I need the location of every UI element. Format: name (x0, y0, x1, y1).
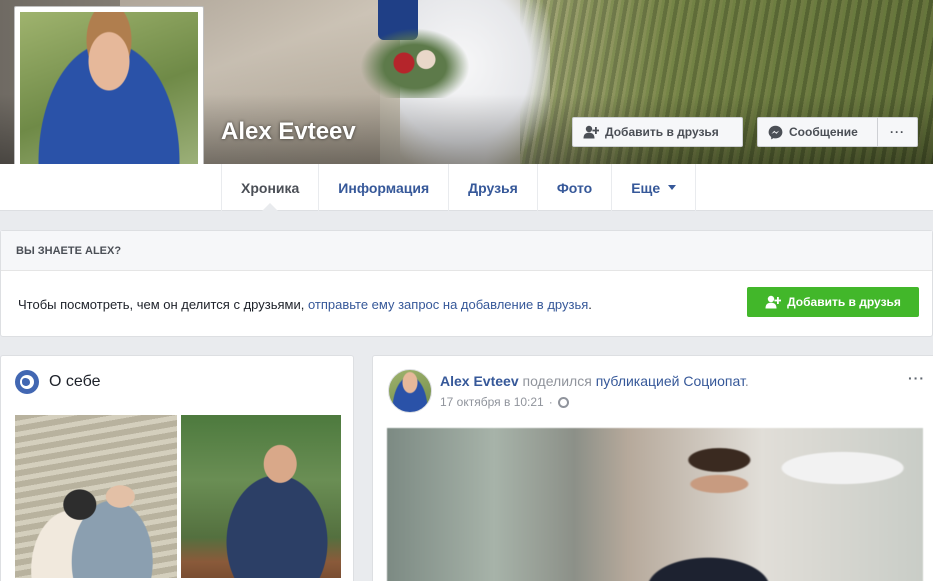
post-timestamp[interactable]: 17 октября в 10:21 (440, 395, 544, 409)
post-header-line: Alex Evteev поделился публикацией Социоп… (440, 373, 749, 389)
message-label: Сообщение (789, 125, 858, 139)
tab-friends[interactable]: Друзья (448, 164, 537, 211)
do-you-know-body: Чтобы посмотреть, чем он делится с друзь… (1, 271, 932, 337)
tab-label: Хроника (241, 179, 300, 196)
post-object-suffix: . (744, 373, 749, 389)
do-you-know-period: . (588, 296, 592, 312)
globe-icon (15, 370, 39, 394)
tab-label: Друзья (468, 179, 518, 196)
message-button[interactable]: Сообщение (757, 117, 879, 147)
about-card: О себе (0, 355, 354, 581)
profile-name[interactable]: Alex Evteev (221, 118, 356, 146)
middle-dot: · (548, 395, 553, 409)
tab-timeline[interactable]: Хроника (221, 164, 318, 212)
post-object-link[interactable]: публикацией Социопат (596, 373, 745, 389)
add-friend-green-label: Добавить в друзья (787, 295, 901, 309)
do-you-know-text: Чтобы посмотреть, чем он делится с друзь… (18, 296, 305, 312)
add-friend-label: Добавить в друзья (605, 125, 719, 139)
profile-picture-image (20, 12, 198, 188)
post-action: поделился (522, 373, 592, 389)
post-author-name[interactable]: Alex Evteev (440, 373, 519, 389)
send-request-link[interactable]: отправьте ему запрос на добавление в дру… (308, 297, 588, 312)
add-friend-green-button[interactable]: Добавить в друзья (747, 287, 919, 317)
tab-label: Фото (556, 179, 593, 196)
post-image[interactable] (387, 428, 923, 581)
about-title: О себе (15, 370, 101, 394)
profile-tabs: Хроника Информация Друзья Фото Еще (221, 164, 697, 212)
tab-label: Информация (338, 179, 430, 196)
more-options-button[interactable]: ··· (877, 117, 918, 147)
post-card: Alex Evteev поделился публикацией Социоп… (372, 355, 933, 581)
tab-about[interactable]: Информация (318, 164, 448, 211)
person-plus-icon (765, 295, 782, 309)
public-globe-icon[interactable] (557, 396, 569, 408)
cover-bouquet (360, 28, 470, 98)
tab-more[interactable]: Еще (611, 164, 697, 211)
post-options-button[interactable]: ··· (908, 370, 925, 386)
add-friend-button[interactable]: Добавить в друзья (572, 117, 743, 147)
tab-label: Еще (631, 179, 661, 196)
do-you-know-heading: ВЫ ЗНАЕТЕ ALEX? (1, 231, 932, 271)
chevron-down-icon (668, 185, 677, 190)
messenger-icon (768, 125, 783, 140)
do-you-know-card: ВЫ ЗНАЕТЕ ALEX? Чтобы посмотреть, чем он… (0, 230, 933, 337)
profile-nav-bar: Хроника Информация Друзья Фото Еще (0, 164, 933, 212)
person-plus-icon (583, 125, 599, 139)
post-author-avatar[interactable] (388, 369, 432, 413)
about-photo[interactable] (180, 414, 342, 579)
about-title-text: О себе (49, 373, 101, 390)
tab-photos[interactable]: Фото (536, 164, 611, 211)
about-photo[interactable] (14, 414, 178, 579)
post-timestamp-row: 17 октября в 10:21 · (440, 395, 569, 409)
